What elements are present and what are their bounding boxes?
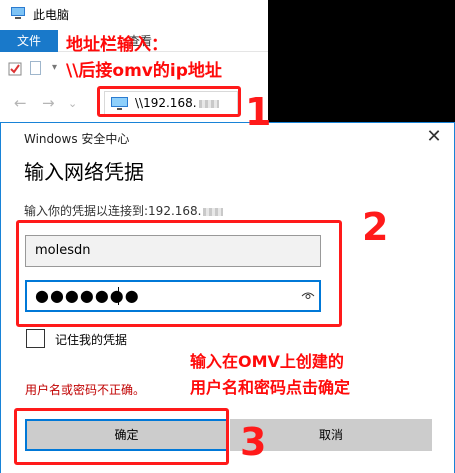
dialog-caption: Windows 安全中心 (24, 132, 130, 146)
dialog-heading: 输入网络凭据 (24, 160, 144, 184)
remember-credentials-checkbox[interactable] (26, 329, 45, 348)
new-folder-icon[interactable] (30, 61, 41, 75)
close-icon[interactable]: ✕ (422, 125, 446, 149)
this-pc-icon (11, 7, 25, 19)
forward-arrow-icon[interactable]: → (42, 94, 55, 112)
redacted-ip (203, 207, 224, 216)
explorer-titlebar: 此电脑 (0, 0, 268, 26)
annotation-box-credentials (16, 220, 342, 327)
recent-locations-chevron-icon[interactable]: ⌄ (68, 97, 77, 110)
annotation-step-1: 1 (245, 90, 272, 134)
explorer-title: 此电脑 (33, 8, 70, 22)
annotation-note-2-line-2: 用户名和密码点击确定 (190, 378, 351, 397)
annotation-note-1-line-1: 地址栏输入： (66, 35, 168, 55)
annotation-step-3: 3 (240, 420, 267, 464)
annotation-note-2-line-1: 输入在OMV上创建的 (190, 352, 344, 371)
chevron-down-icon[interactable]: ▾ (52, 62, 58, 76)
error-message: 用户名或密码不正确。 (25, 383, 146, 397)
annotation-step-2: 2 (362, 205, 389, 249)
annotation-box-address (97, 86, 241, 117)
connect-prompt: 输入你的凭据以连接到:192.168. (24, 202, 224, 219)
back-arrow-icon[interactable]: ← (14, 94, 27, 112)
annotation-box-ok (14, 408, 229, 465)
tab-file[interactable]: 文件 (0, 30, 58, 52)
remember-credentials-label[interactable]: 记住我的凭据 (55, 331, 127, 348)
properties-check-icon[interactable] (8, 62, 22, 76)
annotation-note-1-line-2: \\后接omv的ip地址 (66, 61, 222, 81)
